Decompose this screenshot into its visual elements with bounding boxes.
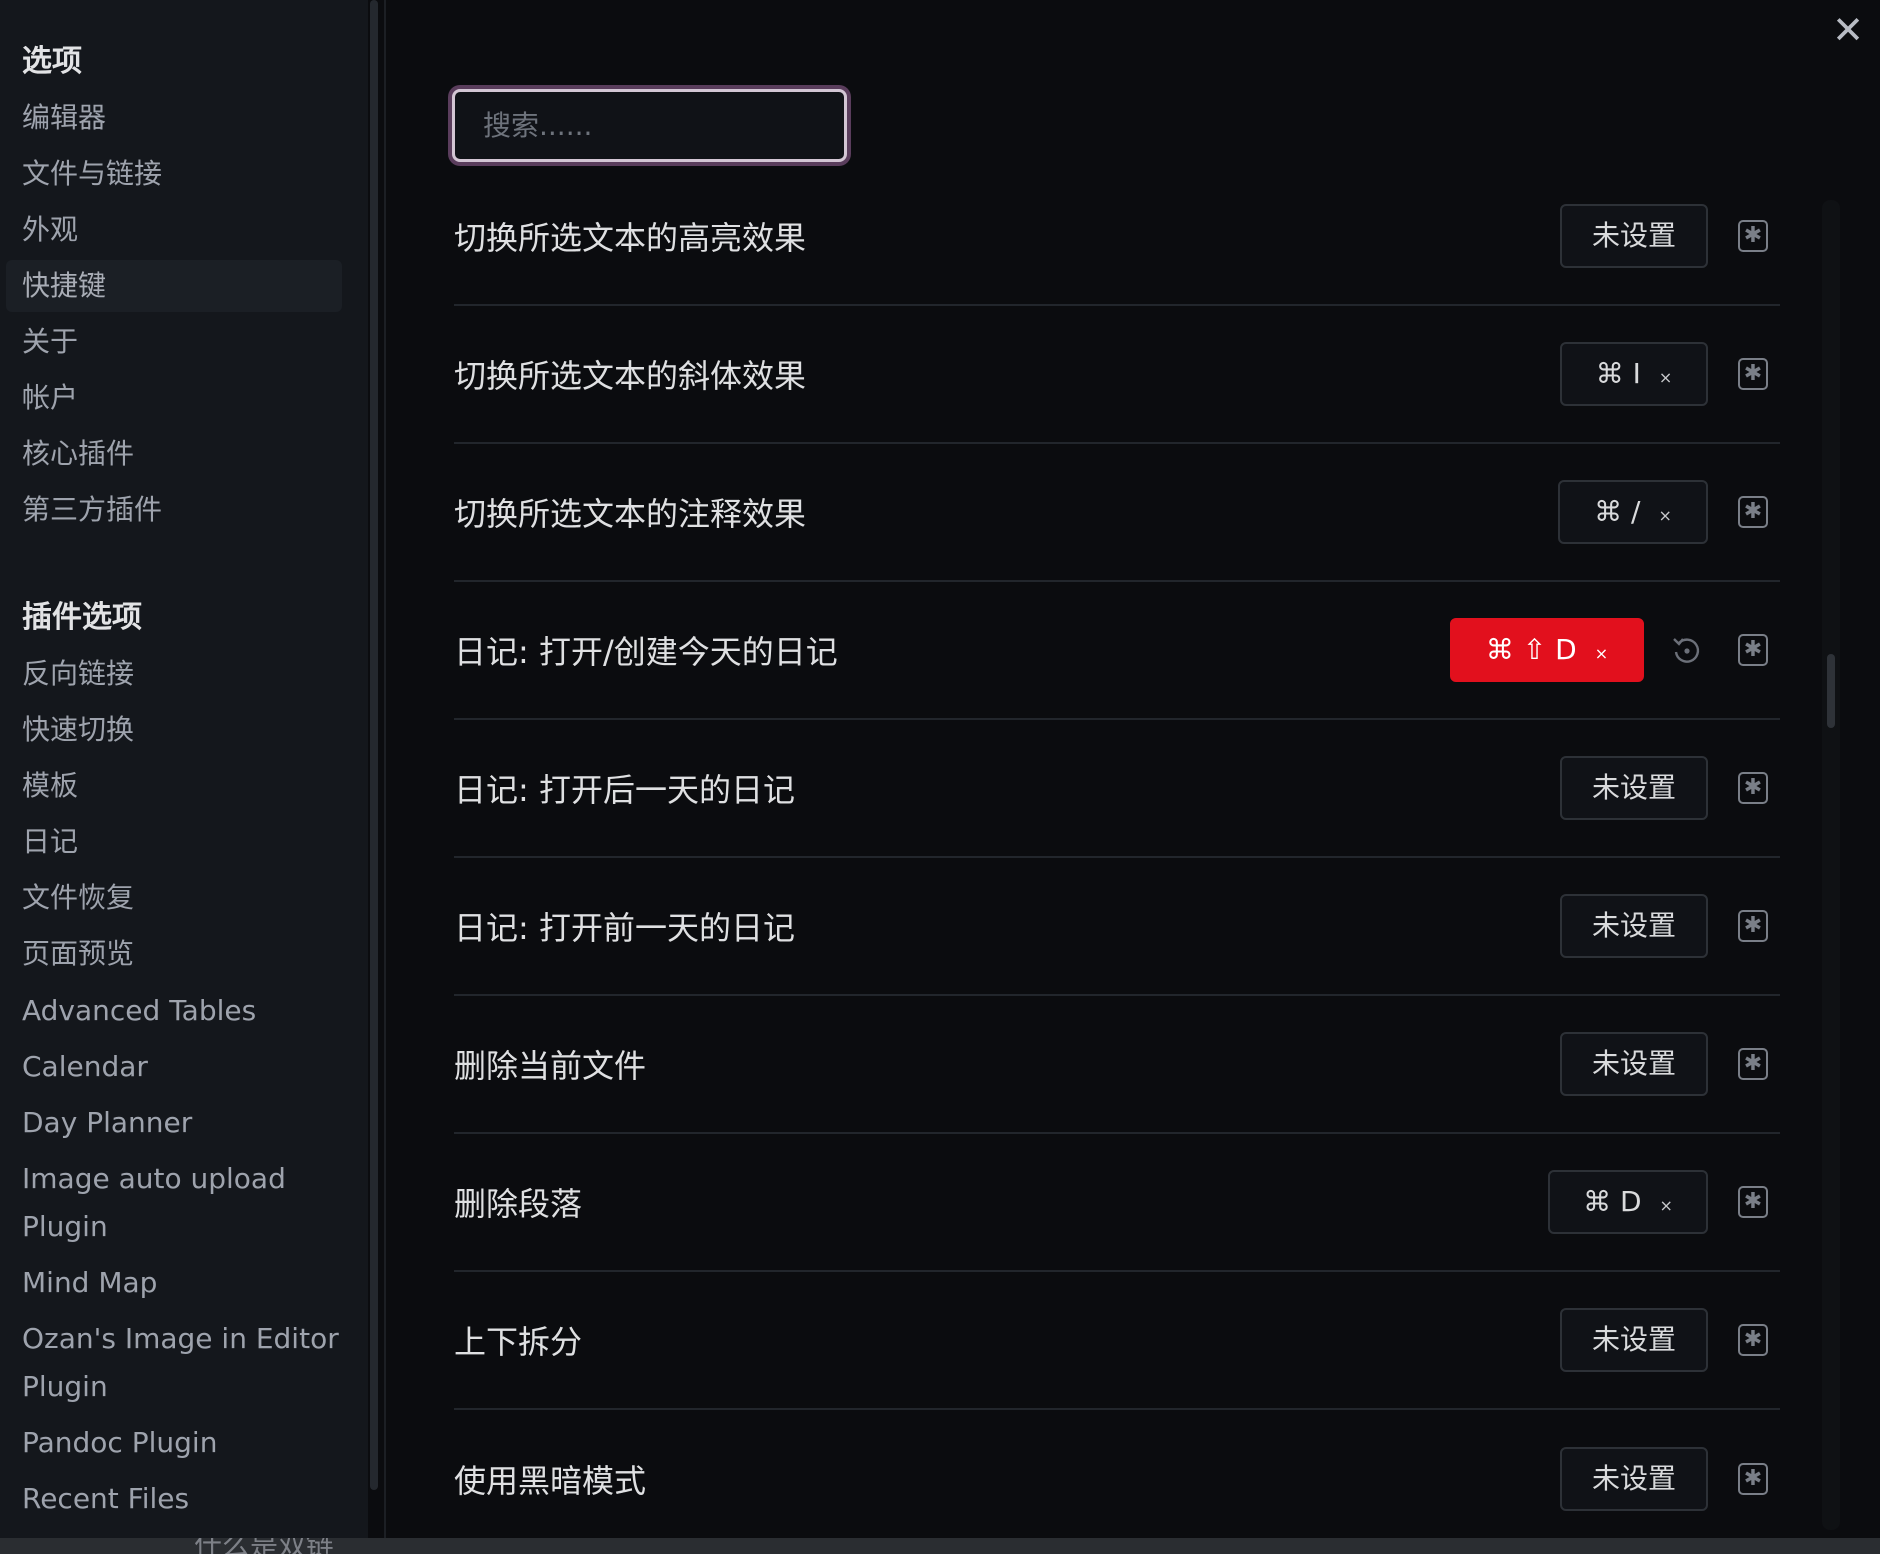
search-input[interactable]: [455, 92, 844, 159]
hotkey-row: 删除当前文件 未设置 ✱: [454, 996, 1780, 1134]
remove-hotkey-icon[interactable]: ×: [1658, 506, 1671, 525]
remove-hotkey-icon[interactable]: ×: [1595, 644, 1608, 663]
hotkey-chip-conflict[interactable]: ⌘ ⇧ D ×: [1450, 618, 1644, 682]
hotkey-text: 未设置: [1591, 1047, 1676, 1080]
command-name: 删除当前文件: [454, 1047, 647, 1085]
sidebar-item-core-plugins[interactable]: 核心插件: [6, 428, 342, 480]
sidebar-item-appearance[interactable]: 外观: [6, 204, 342, 256]
command-name: 日记: 打开/创建今天的日记: [454, 633, 838, 671]
sidebar-item-advanced-tables[interactable]: Advanced Tables: [6, 985, 342, 1037]
add-hotkey-icon[interactable]: ✱: [1738, 634, 1768, 666]
sidebar-item-day-planner[interactable]: Day Planner: [6, 1097, 342, 1149]
sidebar-item-pandoc[interactable]: Pandoc Plugin: [6, 1417, 342, 1469]
hotkey-chip[interactable]: 未设置: [1560, 1308, 1708, 1372]
add-hotkey-icon[interactable]: ✱: [1738, 910, 1768, 942]
command-name: 日记: 打开前一天的日记: [454, 909, 795, 947]
sidebar-item-files-links[interactable]: 文件与链接: [6, 148, 342, 200]
restore-default-icon[interactable]: [1670, 633, 1704, 667]
underlying-text: 什么是双链: [194, 1538, 334, 1554]
sidebar-item-templates[interactable]: 模板: [6, 760, 342, 812]
options-heading: 选项: [22, 44, 82, 79]
remove-hotkey-icon[interactable]: ×: [1660, 1196, 1673, 1215]
hotkey-chip[interactable]: ⌘ D ×: [1548, 1170, 1708, 1234]
add-hotkey-icon[interactable]: ✱: [1738, 358, 1768, 390]
hotkey-chip[interactable]: 未设置: [1560, 204, 1708, 268]
hotkey-row: 使用黑暗模式 未设置 ✱: [454, 1410, 1780, 1548]
command-name: 切换所选文本的斜体效果: [454, 357, 807, 395]
hotkey-text: 未设置: [1591, 771, 1676, 804]
command-name: 上下拆分: [454, 1323, 583, 1361]
sidebar-item-image-auto-upload[interactable]: Image auto upload Plugin: [6, 1155, 342, 1251]
command-name: 使用黑暗模式: [454, 1462, 647, 1500]
add-hotkey-icon[interactable]: ✱: [1738, 220, 1768, 252]
command-name: 删除段落: [454, 1185, 583, 1223]
main-scrollbar[interactable]: [1822, 200, 1840, 1530]
sidebar-item-mind-map[interactable]: Mind Map: [6, 1257, 342, 1309]
add-hotkey-icon[interactable]: ✱: [1738, 1186, 1768, 1218]
hotkey-text: ⌘ ⇧ D: [1485, 633, 1577, 666]
sidebar-item-ozans-image[interactable]: Ozan's Image in Editor Plugin: [6, 1315, 342, 1411]
sidebar-item-file-recovery[interactable]: 文件恢复: [6, 872, 342, 924]
plugin-options-heading: 插件选项: [22, 600, 142, 635]
sidebar-scrollbar[interactable]: [370, 0, 378, 1490]
hotkey-row: 上下拆分 未设置 ✱: [454, 1272, 1780, 1410]
sidebar-item-account[interactable]: 帐户: [6, 372, 342, 424]
hotkey-chip[interactable]: ⌘ / ×: [1558, 480, 1708, 544]
sidebar-item-recent-files[interactable]: Recent Files: [6, 1473, 342, 1525]
hotkey-text: 未设置: [1591, 219, 1676, 252]
sidebar-item-about[interactable]: 关于: [6, 316, 342, 368]
hotkey-chip[interactable]: 未设置: [1560, 756, 1708, 820]
add-hotkey-icon[interactable]: ✱: [1738, 1324, 1768, 1356]
hotkey-text: 未设置: [1591, 1323, 1676, 1356]
sidebar-item-community-plugins[interactable]: 第三方插件: [6, 484, 342, 536]
hotkey-text: ⌘ D: [1583, 1185, 1642, 1218]
remove-hotkey-icon[interactable]: ×: [1659, 368, 1672, 387]
hotkey-chip[interactable]: 未设置: [1560, 1447, 1708, 1511]
add-hotkey-icon[interactable]: ✱: [1738, 772, 1768, 804]
hotkey-row: 日记: 打开后一天的日记 未设置 ✱: [454, 720, 1780, 858]
command-name: 切换所选文本的高亮效果: [454, 219, 807, 257]
underlying-window-strip: 什么是双链: [0, 1538, 1880, 1554]
hotkey-row: 切换所选文本的注释效果 ⌘ / × ✱: [454, 444, 1780, 582]
hotkey-chip[interactable]: ⌘ I ×: [1560, 342, 1708, 406]
sidebar-item-daily-notes[interactable]: 日记: [6, 816, 342, 868]
add-hotkey-icon[interactable]: ✱: [1738, 1048, 1768, 1080]
command-name: 切换所选文本的注释效果: [454, 495, 807, 533]
command-name: 日记: 打开后一天的日记: [454, 771, 795, 809]
hotkey-row: 切换所选文本的斜体效果 ⌘ I × ✱: [454, 306, 1780, 444]
hotkey-text: 未设置: [1591, 909, 1676, 942]
hotkey-row: 日记: 打开/创建今天的日记 ⌘ ⇧ D × ✱: [454, 582, 1780, 720]
hotkey-row: 删除段落 ⌘ D × ✱: [454, 1134, 1780, 1272]
sidebar-item-calendar[interactable]: Calendar: [6, 1041, 342, 1093]
close-icon[interactable]: ✕: [1828, 10, 1868, 50]
sidebar-item-quick-switcher[interactable]: 快速切换: [6, 704, 342, 756]
sidebar-item-editor[interactable]: 编辑器: [6, 92, 342, 144]
hotkey-row: 切换所选文本的高亮效果 未设置 ✱: [454, 168, 1780, 306]
add-hotkey-icon[interactable]: ✱: [1738, 1463, 1768, 1495]
scrollbar-thumb[interactable]: [1827, 654, 1835, 728]
sidebar-item-page-preview[interactable]: 页面预览: [6, 928, 342, 980]
hotkey-chip[interactable]: 未设置: [1560, 1032, 1708, 1096]
hotkey-text: ⌘ I: [1595, 357, 1641, 390]
sidebar-item-hotkeys[interactable]: 快捷键: [6, 260, 342, 312]
sidebar-item-backlinks[interactable]: 反向链接: [6, 648, 342, 700]
hotkey-text: ⌘ /: [1594, 495, 1641, 528]
hotkey-text: 未设置: [1591, 1462, 1676, 1495]
search-box[interactable]: [452, 89, 847, 162]
hotkey-row: 日记: 打开前一天的日记 未设置 ✱: [454, 858, 1780, 996]
hotkey-chip[interactable]: 未设置: [1560, 894, 1708, 958]
add-hotkey-icon[interactable]: ✱: [1738, 496, 1768, 528]
settings-sidebar: 选项 编辑器 文件与链接 外观 快捷键 关于 帐户 核心插件 第三方插件 插件选…: [0, 0, 368, 1538]
